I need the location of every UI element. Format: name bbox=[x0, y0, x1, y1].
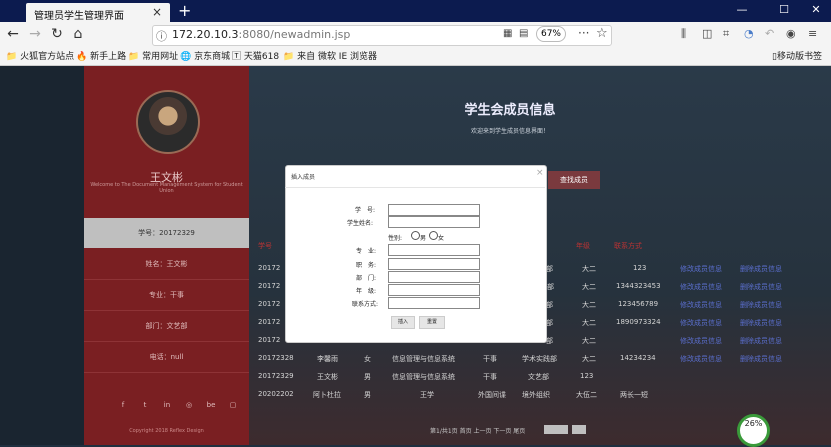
url-text: 172.20.10.3:8080/newadmin.jsp bbox=[172, 28, 351, 41]
major-input[interactable] bbox=[388, 244, 480, 256]
minimize-icon[interactable]: — bbox=[732, 3, 752, 16]
avatar bbox=[136, 90, 200, 154]
twitter-icon[interactable]: t bbox=[138, 398, 152, 412]
search-member-button[interactable]: 查找成员 bbox=[548, 171, 600, 189]
instagram-icon[interactable]: ◎ bbox=[182, 398, 196, 412]
major-label: 专 业: bbox=[356, 248, 377, 255]
bookmark-item[interactable]: 📁 来自 微软 IE 浏览器 bbox=[283, 49, 377, 62]
page-subtitle: 欢迎来到学生成员信息界面！ bbox=[470, 128, 549, 135]
close-icon[interactable]: × bbox=[536, 168, 544, 178]
sidebar-item-dept[interactable]: 部门：文艺部 bbox=[84, 311, 249, 342]
edit-member-link[interactable]: 修改成员信息 bbox=[680, 336, 722, 346]
sidebar-icon[interactable]: ◫ bbox=[702, 27, 712, 40]
bookmark-item[interactable]: 🌐 京东商城 bbox=[180, 49, 230, 62]
mobile-bookmarks[interactable]: ▯移动版书签 bbox=[772, 49, 822, 62]
reset-button[interactable]: 重置 bbox=[419, 316, 445, 329]
bookmark-item[interactable]: 📁 常用网址 bbox=[128, 49, 178, 62]
male-label: 男 bbox=[420, 235, 427, 242]
table-row: 20202202 阿卜杜拉 男 王学 外国间谍 境外组织 大伍二 两长一短 bbox=[258, 390, 648, 399]
profile-description: Welcome to The Document Management Syste… bbox=[90, 182, 243, 194]
page-jump-input[interactable] bbox=[544, 425, 568, 434]
student-id-label: 学 号: bbox=[355, 207, 376, 214]
menu-icon[interactable]: ≡ bbox=[808, 27, 817, 40]
student-name-input[interactable] bbox=[388, 216, 480, 228]
edit-member-link[interactable]: 修改成员信息 bbox=[680, 318, 722, 328]
sidebar-item-phone[interactable]: 电话：null bbox=[84, 342, 249, 373]
sidebar-item-name[interactable]: 姓名：王文彬 bbox=[84, 249, 249, 280]
copyright: Copyright 2018 Reflex Design bbox=[129, 428, 204, 434]
delete-member-link[interactable]: 删除成员信息 bbox=[740, 354, 782, 364]
bookmark-item[interactable]: 🅃 天猫618 bbox=[232, 49, 279, 62]
forward-icon[interactable]: → bbox=[26, 26, 44, 42]
bookmark-item[interactable]: 🔥 新手上路 bbox=[76, 49, 126, 62]
edit-member-link[interactable]: 修改成员信息 bbox=[680, 264, 722, 274]
dialog-title: 插入成员 bbox=[291, 174, 316, 181]
bookmark-item[interactable]: 📁 火狐官方站点 bbox=[6, 49, 74, 62]
other-social-icon[interactable]: ▢ bbox=[226, 398, 240, 412]
edit-member-link[interactable]: 修改成员信息 bbox=[680, 300, 722, 310]
delete-member-link[interactable]: 删除成员信息 bbox=[740, 282, 782, 292]
delete-member-link[interactable]: 删除成员信息 bbox=[740, 264, 782, 274]
role-input[interactable] bbox=[388, 258, 480, 270]
table-row: 20172329 王文彬 男 信息管理与信息系统 干事 文艺部 123 bbox=[258, 372, 594, 381]
phone-label: 联系方式: bbox=[352, 301, 379, 308]
library-icon[interactable]: ⫼ bbox=[681, 27, 686, 41]
female-radio[interactable] bbox=[429, 231, 438, 240]
maximize-icon[interactable]: ☐ bbox=[774, 3, 794, 16]
zoom-level[interactable]: 67% bbox=[536, 26, 566, 42]
undo-icon[interactable]: ↶ bbox=[765, 27, 774, 40]
edit-member-link[interactable]: 修改成员信息 bbox=[680, 282, 722, 292]
delete-member-link[interactable]: 删除成员信息 bbox=[740, 336, 782, 346]
facebook-icon[interactable]: f bbox=[116, 398, 130, 412]
account-icon[interactable]: ◉ bbox=[786, 27, 796, 40]
qr-icon[interactable]: ▦ bbox=[503, 28, 512, 39]
male-radio[interactable] bbox=[411, 231, 420, 240]
left-margin bbox=[0, 66, 84, 445]
back-icon[interactable]: ← bbox=[4, 26, 22, 42]
home-icon[interactable]: ⌂ bbox=[69, 26, 87, 42]
new-tab-icon[interactable]: + bbox=[178, 1, 191, 20]
dept-input[interactable] bbox=[388, 271, 480, 283]
sidebar-item-major[interactable]: 专业：干事 bbox=[84, 280, 249, 311]
speed-badge[interactable]: 26% bbox=[737, 414, 770, 447]
sex-label: 性别: bbox=[388, 235, 403, 242]
star-icon[interactable]: ☆ bbox=[596, 26, 608, 41]
dialog-header bbox=[285, 165, 545, 188]
page-title: 学生会成员信息 bbox=[464, 103, 556, 118]
role-label: 职 务: bbox=[356, 262, 377, 269]
delete-member-link[interactable]: 删除成员信息 bbox=[740, 318, 782, 328]
dept-label: 部 门: bbox=[356, 275, 377, 282]
close-tab-icon[interactable]: × bbox=[152, 5, 162, 19]
screenshot-icon[interactable]: ⌗ bbox=[723, 27, 729, 41]
phone-input[interactable] bbox=[388, 297, 480, 309]
sidebar-item-id[interactable]: 学号：20172329 bbox=[84, 218, 249, 248]
female-label: 女 bbox=[438, 235, 445, 242]
insert-button[interactable]: 插入 bbox=[391, 316, 415, 329]
linkedin-icon[interactable]: in bbox=[160, 398, 174, 412]
reader-icon[interactable]: ▤ bbox=[519, 28, 528, 39]
student-id-input[interactable] bbox=[388, 204, 480, 216]
tab-title: 管理员学生管理界面 bbox=[34, 11, 124, 22]
pagination[interactable]: 第1/共1页 首页 上一页 下一页 尾页 bbox=[430, 426, 525, 435]
grade-label: 年 级: bbox=[356, 288, 377, 295]
delete-member-link[interactable]: 删除成员信息 bbox=[740, 300, 782, 310]
page-go-button[interactable] bbox=[572, 425, 586, 434]
info-icon[interactable]: ⓘ bbox=[156, 28, 167, 44]
behance-icon[interactable]: be bbox=[204, 398, 218, 412]
reload-icon[interactable]: ↻ bbox=[48, 26, 66, 42]
edit-member-link[interactable]: 修改成员信息 bbox=[680, 354, 722, 364]
more-icon[interactable]: ··· bbox=[578, 26, 589, 40]
chat-icon[interactable]: ◔ bbox=[744, 27, 754, 40]
student-name-label: 学生姓名: bbox=[347, 220, 374, 227]
browser-tab[interactable]: 管理员学生管理界面 × bbox=[26, 3, 170, 22]
window-close-icon[interactable]: ✕ bbox=[806, 3, 826, 16]
table-row: 20172328 李馨雨 女 信息管理与信息系统 干事 学术实践部 大二 142… bbox=[258, 354, 782, 364]
grade-input[interactable] bbox=[388, 284, 480, 296]
